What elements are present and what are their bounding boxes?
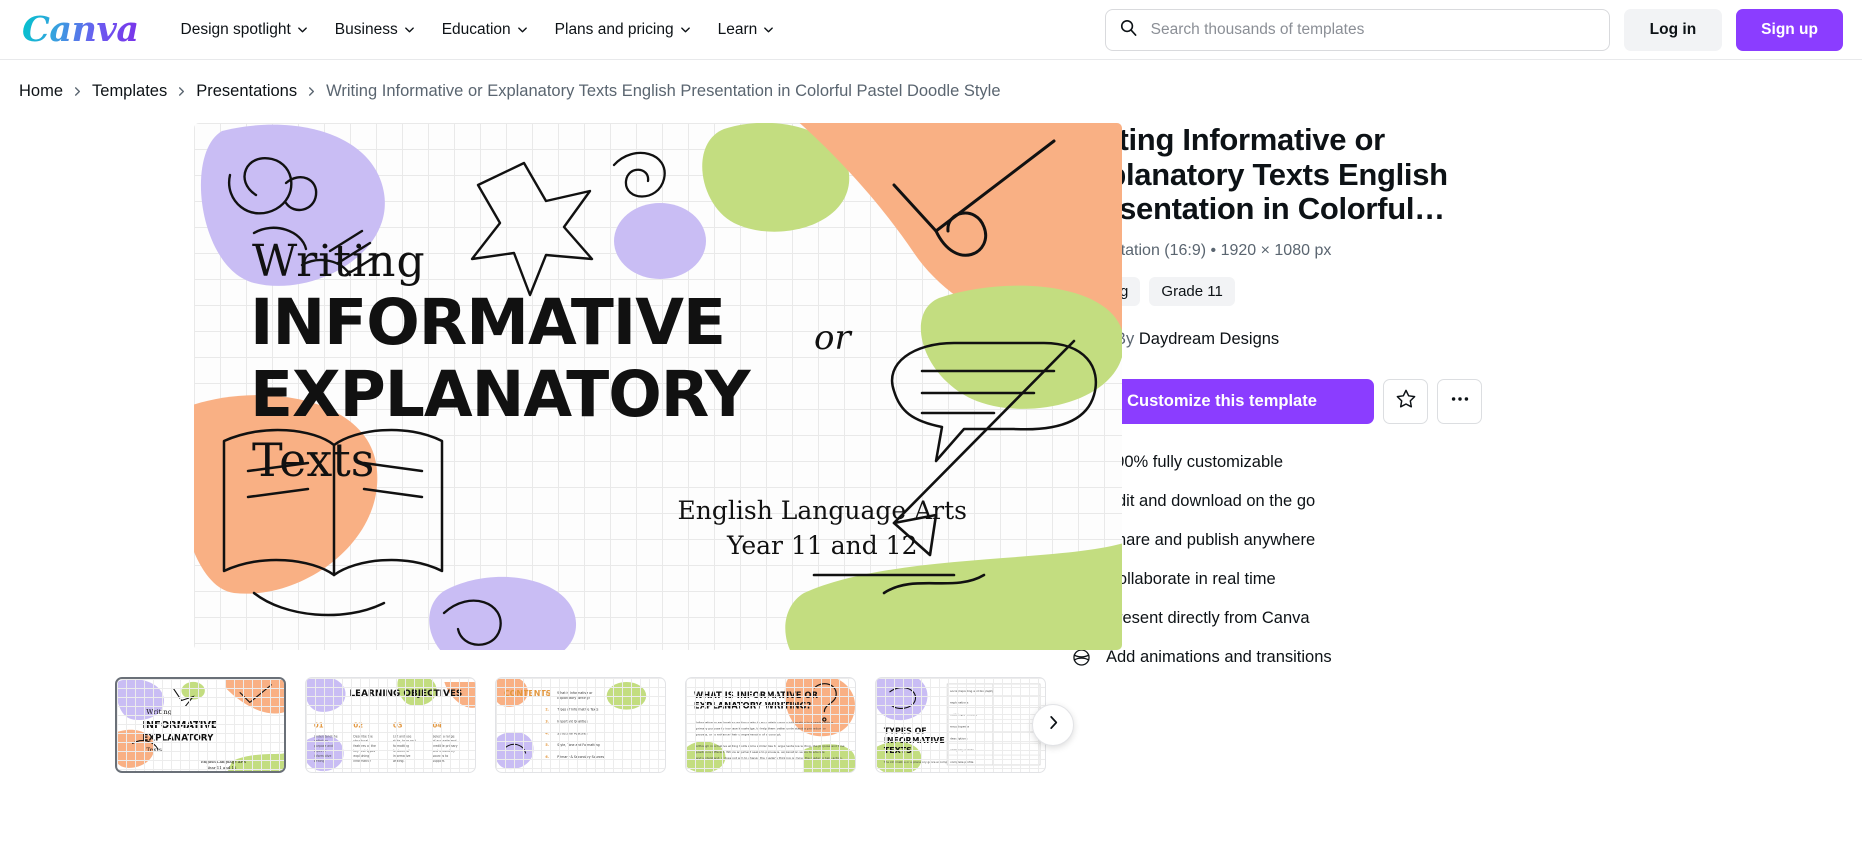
preview-column: Writing INFORMATIVE or EXPLANATORY Texts… [19, 121, 1122, 773]
breadcrumb-item-presentations[interactable]: Presentations [196, 82, 297, 101]
canva-logo[interactable]: Canva [22, 9, 145, 50]
hero-or-word: or [814, 318, 851, 358]
thumb-grid [686, 678, 855, 772]
nav-item-learn[interactable]: Learn [704, 13, 788, 47]
nav-label: Learn [717, 20, 758, 38]
feature-list: 100% fully customizable Edit and downloa… [1070, 451, 1502, 668]
main-nav: Design spotlight Business Education Plan… [167, 13, 788, 47]
nav-label: Design spotlight [180, 20, 291, 38]
main-content: Writing INFORMATIVE or EXPLANATORY Texts… [0, 101, 1862, 773]
thumbnail-slide-5[interactable]: TYPES OF INFORMATIVE TEXTS The informati… [875, 677, 1046, 773]
nav-item-design-spotlight[interactable]: Design spotlight [167, 13, 321, 47]
thumbnail-slide-2[interactable]: LEARNING OBJECTIVES 01 02 03 04 Understa… [305, 677, 476, 773]
thumb-grid [876, 678, 1045, 772]
more-options-button[interactable] [1437, 379, 1482, 425]
header-actions: Log in Sign up [1104, 8, 1843, 51]
thumb-grid [117, 679, 284, 771]
hero-script-word: Writing [252, 236, 426, 287]
template-dimensions: Presentation (16:9) • 1920 × 1080 px [1070, 242, 1332, 260]
author-name[interactable]: Daydream Designs [1139, 330, 1279, 348]
more-horizontal-icon [1449, 388, 1471, 415]
nav-item-education[interactable]: Education [428, 13, 541, 47]
feature-customizable: 100% fully customizable [1070, 451, 1502, 473]
feature-share-publish: Share and publish anywhere [1070, 529, 1502, 551]
search-input[interactable] [1148, 19, 1596, 40]
feature-label: Collaborate in real time [1106, 569, 1276, 588]
thumbnail-strip: Writing INFORMATIVE EXPLANATORY Texts En… [115, 677, 1074, 773]
breadcrumb: Home Templates Presentations Writing Inf… [0, 60, 1862, 101]
template-details-panel: Writing Informative or Explanatory Texts… [1062, 121, 1502, 773]
hero-texts-word: Texts [252, 433, 375, 487]
nav-item-plans-and-pricing[interactable]: Plans and pricing [541, 13, 704, 47]
thumb-grid [306, 678, 475, 772]
chevron-down-icon [763, 24, 774, 34]
chevron-right-icon [306, 86, 317, 97]
breadcrumb-item-home[interactable]: Home [19, 82, 63, 101]
author-row: daydream DESIGNS By Daydream Designs [1070, 322, 1502, 357]
feature-label: 100% fully customizable [1106, 452, 1284, 471]
search-icon [1119, 18, 1138, 42]
feature-label: Add animations and transitions [1106, 647, 1332, 666]
chevron-down-icon [517, 24, 527, 34]
author-byline: By Daydream Designs [1115, 330, 1279, 349]
thumbnail-next-button[interactable] [1032, 704, 1074, 746]
signup-button[interactable]: Sign up [1736, 8, 1843, 51]
chevron-down-icon [297, 24, 307, 34]
thumb-grid [496, 678, 665, 772]
cta-row: Customize this template [1070, 379, 1502, 425]
chevron-right-icon [176, 86, 187, 97]
feature-label: Present directly from Canva [1106, 608, 1310, 627]
hero-headline-1: INFORMATIVE [250, 286, 726, 359]
breadcrumb-current: Writing Informative or Explanatory Texts… [326, 82, 1001, 100]
nav-label: Plans and pricing [554, 20, 674, 38]
search-box[interactable] [1104, 8, 1610, 51]
feature-animations: Add animations and transitions [1070, 646, 1502, 668]
template-tags: Writing Grade 11 [1070, 277, 1502, 307]
feature-label: Share and publish anywhere [1106, 530, 1316, 549]
nav-label: Education [441, 20, 511, 38]
hero-subtitle-line-2: Year 11 and 12 [727, 531, 918, 560]
tag-grade-11[interactable]: Grade 11 [1149, 277, 1235, 307]
chevron-right-icon [1046, 715, 1061, 735]
site-header: Canva Design spotlight Business Educatio… [0, 0, 1862, 59]
template-preview-image[interactable]: Writing INFORMATIVE or EXPLANATORY Texts… [194, 123, 1122, 650]
breadcrumb-item-templates[interactable]: Templates [92, 82, 167, 101]
page-title: Writing Informative or Explanatory Texts… [1070, 123, 1448, 227]
hero-headline-2: EXPLANATORY [250, 358, 750, 431]
thumbnail-slide-1[interactable]: Writing INFORMATIVE EXPLANATORY Texts En… [115, 677, 286, 773]
chevron-down-icon [680, 24, 690, 34]
feature-present: Present directly from Canva [1070, 607, 1502, 629]
chevron-right-icon [72, 86, 83, 97]
hero-subtitle: English Language Arts Year 11 and 12 [678, 493, 967, 563]
chevron-down-icon [404, 24, 414, 34]
nav-item-business[interactable]: Business [321, 13, 428, 47]
feature-edit-on-the-go: Edit and download on the go [1070, 490, 1502, 512]
login-button[interactable]: Log in [1623, 8, 1723, 51]
hero-subtitle-line-1: English Language Arts [677, 496, 967, 525]
thumbnail-slide-3[interactable]: CONTENTS What is Informative orExplanato… [495, 677, 666, 773]
nav-label: Business [334, 20, 398, 38]
favorite-button[interactable] [1383, 379, 1428, 425]
star-icon [1395, 388, 1417, 415]
thumbnail-slide-4[interactable]: WHAT IS INFORMATIVE OR EXPLANATORY WRITI… [685, 677, 856, 773]
feature-collaborate: Collaborate in real time [1070, 568, 1502, 590]
feature-label: Edit and download on the go [1106, 491, 1316, 510]
